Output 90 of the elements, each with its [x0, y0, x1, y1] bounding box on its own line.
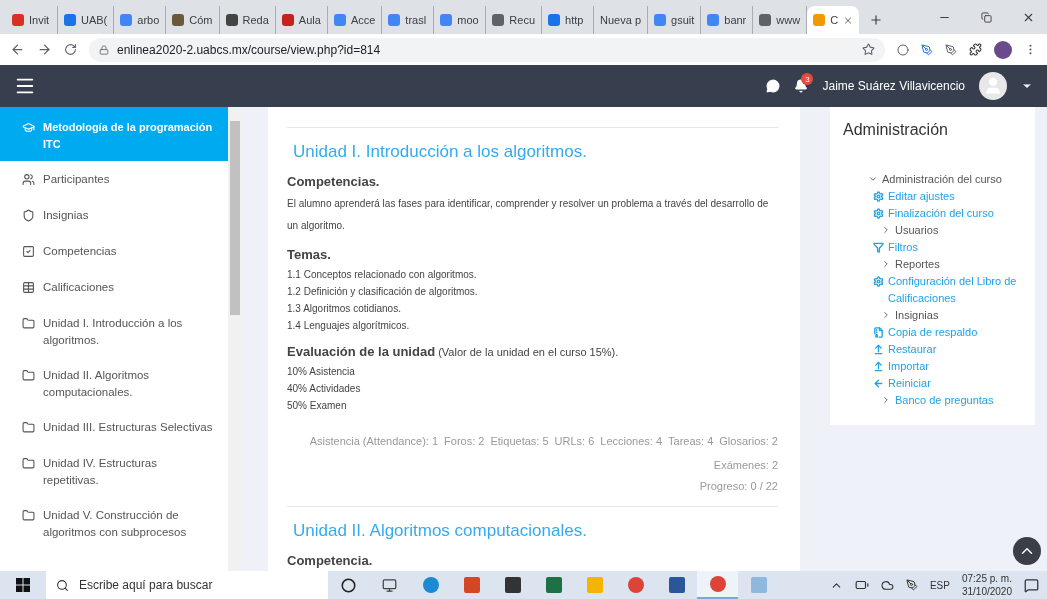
folder-icon [22, 421, 35, 434]
upload-icon [873, 344, 884, 355]
windows-logo [16, 578, 30, 592]
check-icon [22, 245, 35, 258]
block-title: Administración [843, 121, 949, 139]
heading: Evaluación de la unidad (Valor de la unidad en el curso 15%). [287, 344, 620, 359]
notifications-icon[interactable] [1024, 577, 1039, 593]
text-line: 1.3 Algoritmos cotidianos. [287, 302, 402, 316]
activity-count: Asistencia (Attendance): 1 [309, 434, 439, 449]
text-line: 50% Examen [287, 399, 348, 413]
browser-tab[interactable]: C [807, 6, 860, 34]
gear-icon [873, 208, 884, 219]
extension-icon[interactable] [897, 43, 909, 56]
language-indicator[interactable]: ESP [929, 579, 950, 591]
sidebar-item[interactable]: Calificaciones [0, 269, 228, 305]
sidebar-item[interactable]: Unidad II. Algoritmos computacionales. [0, 357, 228, 409]
sidebar-item[interactable]: Participantes [0, 161, 228, 197]
back-icon[interactable] [10, 42, 25, 57]
cloud-icon[interactable] [880, 578, 894, 592]
chevron-down-icon [868, 174, 878, 184]
heading: Competencia. [287, 553, 374, 568]
progress-text: Progreso: 0 / 22 [698, 480, 778, 492]
cortana-icon[interactable] [341, 577, 356, 593]
activity-count: Etiquetas: 5 [490, 434, 549, 449]
sidebar-item[interactable]: Unidad V. Construcción de algoritmos con subprocesos [0, 497, 228, 549]
heading: Temas. [287, 247, 332, 262]
scrollbar-thumb[interactable] [230, 121, 240, 315]
star-icon[interactable] [862, 43, 875, 56]
activity-count: URLs: 6 [554, 434, 595, 449]
chevron-right-icon [881, 259, 891, 269]
task-view-icon[interactable] [382, 577, 397, 593]
text-line: 10% Asistencia [287, 365, 356, 379]
new-tab-icon[interactable] [869, 13, 884, 27]
activity-count: Lecciones: 4 [600, 434, 663, 449]
paragraph: El alumno aprenderá las fases para identificar, comprender y resolver un problema a través del desarrollo de un algoritmo. [287, 197, 770, 233]
sidebar-item[interactable]: Competencias [0, 233, 228, 269]
folder-icon [22, 457, 35, 470]
notification-badge: 3 [801, 73, 814, 85]
heading: Competencias. [287, 174, 381, 189]
chat-icon[interactable] [766, 79, 781, 93]
avatar[interactable] [979, 72, 1007, 100]
lock-icon [99, 44, 109, 55]
forward-icon[interactable] [37, 42, 52, 57]
chevron-right-icon [881, 310, 891, 320]
text-line: 1.1 Conceptos relacionado con algoritmos. [287, 268, 478, 282]
sidebar-item[interactable]: Unidad III. Estructuras Selectivas [0, 409, 228, 445]
gear-icon [873, 276, 884, 287]
sidebar-item[interactable]: Unidad IV. Estructuras repetitivas. [0, 445, 228, 497]
reload-icon[interactable] [64, 43, 77, 56]
restore-icon[interactable] [981, 11, 992, 23]
scrollbar[interactable] [228, 107, 242, 571]
pen-icon[interactable] [905, 579, 918, 591]
bell-icon[interactable] [794, 79, 809, 93]
profile-avatar[interactable] [994, 40, 1012, 59]
chevron-right-icon [881, 225, 891, 235]
activity-count: Foros: 2 [444, 434, 485, 449]
folder-icon [22, 369, 35, 382]
text-line: 1.4 Lenguajes algorítmicos. [287, 319, 411, 333]
badge-icon [22, 209, 35, 222]
activity-count: Exámenes: 2 [713, 458, 778, 473]
activity-count: Glosarios: 2 [719, 434, 778, 449]
pen-icon[interactable] [921, 43, 933, 56]
folder-icon [22, 317, 35, 330]
activity-count: Tareas: 4 [668, 434, 714, 449]
arrow-left-icon [873, 378, 884, 389]
folder-icon [22, 509, 35, 522]
tree-node[interactable]: Usuarios [843, 222, 1023, 239]
text-line: 1.2 Definición y clasificación de algoritmos. [287, 285, 479, 299]
search-field[interactable]: Escribe aquí para buscar [46, 571, 328, 599]
battery-icon[interactable] [854, 578, 869, 592]
user-name[interactable]: Jaime Suárez Villavicencio [822, 79, 965, 93]
file-icon [873, 327, 884, 338]
search-icon [56, 578, 69, 592]
upload-icon [873, 361, 884, 372]
table-icon [22, 281, 35, 294]
extensions-icon[interactable] [969, 43, 982, 56]
address-bar[interactable]: enlinea2020-2.uabcs.mx/course/view.php?id=814 [89, 37, 885, 62]
tree-node[interactable]: Administración del curso [843, 173, 1023, 185]
sidebar-item[interactable]: Unidad I. Introducción a los algoritmos. [0, 305, 228, 357]
tree-node[interactable]: Insignias [843, 307, 1023, 324]
users-icon [22, 173, 35, 186]
clock[interactable]: 07:25 p. m. 31/10/2020 [961, 572, 1012, 598]
filter-icon [873, 242, 884, 253]
course-icon [22, 121, 35, 134]
gear-icon [873, 191, 884, 202]
text-line: 40% Actividades [287, 382, 362, 396]
sidebar-item[interactable]: Insignias [0, 197, 228, 233]
chevron-right-icon [881, 395, 891, 405]
pen-icon[interactable] [945, 43, 957, 56]
tree-node[interactable]: Reportes [843, 256, 1023, 273]
